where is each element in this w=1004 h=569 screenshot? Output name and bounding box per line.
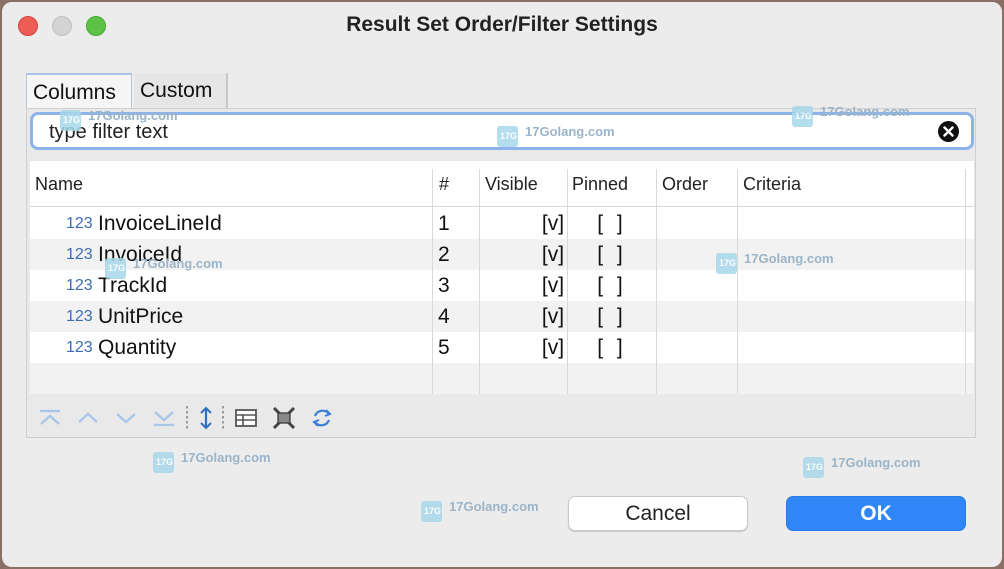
header-criteria[interactable]: Criteria bbox=[738, 161, 801, 207]
tab-columns[interactable]: Columns bbox=[26, 73, 132, 108]
number-type-icon: 123 bbox=[66, 308, 93, 325]
number-type-icon: 123 bbox=[66, 246, 93, 263]
header-number[interactable]: # bbox=[434, 161, 449, 207]
watermark-logo-icon: 17G bbox=[60, 110, 81, 131]
table-row[interactable]: 123 InvoiceLineId 1 [v] [ ] bbox=[30, 208, 974, 239]
watermark: 17G 17Golang.com bbox=[153, 450, 283, 476]
toolbar-separator bbox=[222, 406, 224, 430]
watermark-logo-icon: 17G bbox=[153, 452, 174, 473]
table-row-empty bbox=[30, 363, 974, 394]
watermark: 17G 17Golang.com bbox=[60, 108, 190, 134]
pinned-checkbox[interactable]: [ ] bbox=[568, 208, 656, 239]
table-header: Name # Visible Pinned Order Criteria bbox=[30, 161, 974, 207]
close-icon bbox=[943, 126, 954, 137]
ok-button[interactable]: OK bbox=[786, 496, 966, 531]
window-title: Result Set Order/Filter Settings bbox=[346, 13, 658, 36]
column-number: 3 bbox=[438, 274, 450, 297]
clear-filter-button[interactable] bbox=[938, 121, 959, 142]
pinned-checkbox[interactable]: [ ] bbox=[568, 239, 656, 270]
title-bar: Result Set Order/Filter Settings bbox=[2, 2, 1002, 50]
header-order[interactable]: Order bbox=[657, 161, 708, 207]
header-visible[interactable]: Visible bbox=[480, 161, 538, 207]
watermark: 17G 17Golang.com bbox=[803, 455, 933, 481]
pinned-checkbox[interactable]: [ ] bbox=[568, 301, 656, 332]
pinned-checkbox[interactable]: [ ] bbox=[568, 332, 656, 363]
number-type-icon: 123 bbox=[66, 215, 93, 232]
watermark-logo-icon: 17G bbox=[803, 457, 824, 478]
column-number: 2 bbox=[438, 243, 450, 266]
column-divider bbox=[737, 169, 738, 394]
column-number: 4 bbox=[438, 305, 450, 328]
move-top-icon[interactable] bbox=[36, 404, 64, 432]
column-name: Quantity bbox=[98, 336, 177, 359]
cancel-button[interactable]: Cancel bbox=[568, 496, 748, 531]
watermark-logo-icon: 17G bbox=[421, 501, 442, 522]
header-name[interactable]: Name bbox=[30, 161, 83, 207]
column-divider bbox=[567, 169, 568, 394]
column-divider bbox=[965, 169, 966, 394]
watermark-logo-icon: 17G bbox=[497, 126, 518, 147]
sort-icon[interactable] bbox=[192, 404, 220, 432]
number-type-icon: 123 bbox=[66, 339, 93, 356]
table-row[interactable]: 123 UnitPrice 4 [v] [ ] bbox=[30, 301, 974, 332]
header-pinned[interactable]: Pinned bbox=[567, 161, 628, 207]
column-divider bbox=[479, 169, 480, 394]
watermark-logo-icon: 17G bbox=[792, 106, 813, 127]
move-bottom-icon[interactable] bbox=[150, 404, 178, 432]
watermark: 17G 17Golang.com bbox=[792, 104, 922, 130]
toolbar-separator bbox=[186, 406, 188, 430]
column-name: UnitPrice bbox=[98, 305, 184, 328]
tab-custom[interactable]: Custom bbox=[134, 73, 228, 108]
move-down-icon[interactable] bbox=[112, 404, 140, 432]
watermark: 17G 17Golang.com bbox=[497, 124, 627, 150]
clear-filter-icon[interactable] bbox=[270, 404, 298, 432]
watermark: 17G 17Golang.com bbox=[421, 499, 551, 525]
watermark: 17G 17Golang.com bbox=[716, 251, 846, 277]
table-row[interactable]: 123 Quantity 5 [v] [ ] bbox=[30, 332, 974, 363]
move-up-icon[interactable] bbox=[74, 404, 102, 432]
column-divider bbox=[432, 169, 433, 394]
column-number: 5 bbox=[438, 336, 450, 359]
watermark: 17G 17Golang.com bbox=[105, 256, 235, 282]
watermark-logo-icon: 17G bbox=[716, 253, 737, 274]
column-number: 1 bbox=[438, 212, 450, 235]
refresh-icon[interactable] bbox=[308, 404, 336, 432]
watermark-logo-icon: 17G bbox=[105, 258, 126, 279]
column-divider bbox=[656, 169, 657, 394]
number-type-icon: 123 bbox=[66, 277, 93, 294]
pinned-checkbox[interactable]: [ ] bbox=[568, 270, 656, 301]
table-icon[interactable] bbox=[232, 404, 260, 432]
column-toolbar bbox=[30, 398, 974, 438]
column-name: InvoiceLineId bbox=[98, 212, 222, 235]
